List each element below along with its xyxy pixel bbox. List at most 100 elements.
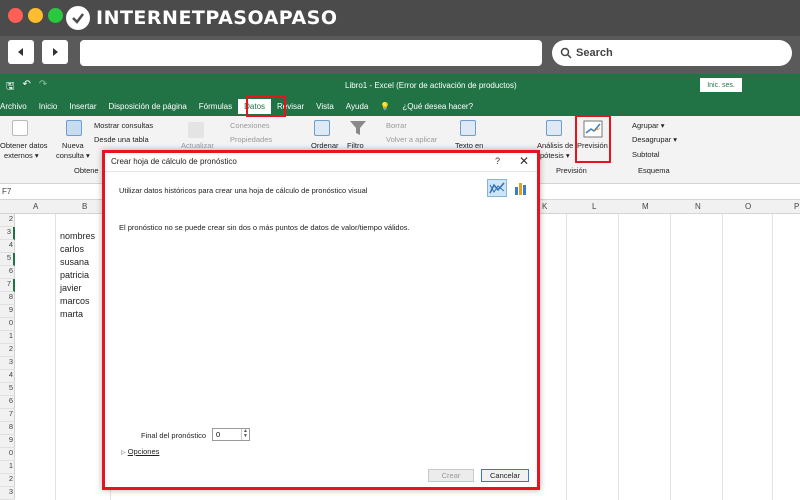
what-if-icon [546, 120, 562, 136]
column-header[interactable]: B [82, 202, 87, 211]
tab-archivo[interactable]: Archivo [0, 102, 33, 111]
agrupar-button[interactable]: Agrupar ▾ [632, 121, 665, 130]
column-chart-option[interactable] [511, 179, 531, 197]
maximize-window-button[interactable] [48, 8, 63, 23]
cell-value[interactable]: marta [60, 309, 83, 319]
row-number[interactable]: 3 [0, 357, 15, 370]
row-number[interactable]: 7 [0, 279, 15, 292]
dialog-title: Crear hoja de cálculo de pronóstico [111, 157, 237, 166]
row-number[interactable]: 2 [0, 214, 15, 227]
cell-value[interactable]: patricia [60, 270, 89, 280]
filtro-button[interactable]: Filtro [347, 141, 364, 150]
column-header[interactable]: P [794, 202, 799, 211]
row-number[interactable]: 3 [0, 487, 15, 500]
propiedades-button[interactable]: Propiedades [230, 135, 272, 144]
tab-vista[interactable]: Vista [310, 102, 340, 111]
filter-icon [350, 121, 366, 135]
row-number[interactable]: 0 [0, 318, 15, 331]
column-header[interactable]: M [642, 202, 649, 211]
undo-icon[interactable]: ↶ [23, 79, 31, 96]
expand-triangle-icon: ▷ [121, 450, 126, 456]
cell-value[interactable]: susana [60, 257, 89, 267]
tab-ayuda[interactable]: Ayuda [340, 102, 375, 111]
tell-me-search[interactable]: ¿Qué desea hacer? [396, 102, 479, 111]
close-button[interactable]: ✕ [519, 154, 529, 168]
tab-inicio[interactable]: Inicio [33, 102, 64, 111]
line-chart-option[interactable] [487, 179, 507, 197]
column-header[interactable]: L [592, 202, 596, 211]
tab-formulas[interactable]: Fórmulas [193, 102, 238, 111]
column-header[interactable]: O [745, 202, 751, 211]
row-number[interactable]: 1 [0, 461, 15, 474]
signin-button[interactable]: Inic. ses. [700, 78, 742, 92]
column-header[interactable]: A [33, 202, 38, 211]
mostrar-consultas-button[interactable]: Mostrar consultas [94, 121, 153, 130]
desde-tabla-button[interactable]: Desde una tabla [94, 135, 149, 144]
analisis-hipotesis-button[interactable]: Análisis de [537, 141, 573, 150]
row-number[interactable]: 4 [0, 370, 15, 383]
row-number[interactable]: 7 [0, 409, 15, 422]
row-number[interactable]: 8 [0, 292, 15, 305]
actualizar-button[interactable]: Actualizar [181, 141, 214, 150]
row-number[interactable]: 1 [0, 331, 15, 344]
save-icon[interactable]: 🖫 [6, 79, 15, 96]
column-header[interactable]: K [542, 202, 547, 211]
quick-access-toolbar: 🖫 ↶ ↷ [6, 79, 47, 96]
volver-aplicar-button[interactable]: Volver a aplicar [386, 135, 437, 144]
tab-disposicion[interactable]: Disposición de página [103, 102, 193, 111]
group-obtener: Obtene [74, 166, 99, 175]
nueva-consulta-button[interactable]: Nueva [62, 141, 84, 150]
row-number[interactable]: 2 [0, 344, 15, 357]
back-button[interactable] [8, 40, 34, 64]
row-number[interactable]: 5 [0, 253, 15, 266]
subtotal-button[interactable]: Subtotal [632, 150, 660, 159]
dialog-instruction: Utilizar datos históricos para crear una… [119, 186, 368, 195]
cell-value[interactable]: carlos [60, 244, 84, 254]
address-bar[interactable] [80, 40, 542, 66]
row-number[interactable]: 4 [0, 240, 15, 253]
name-box[interactable]: F7 [2, 187, 11, 196]
desagrupar-button[interactable]: Desagrupar ▾ [632, 135, 677, 144]
borrar-button[interactable]: Borrar [386, 121, 407, 130]
help-button[interactable]: ? [495, 156, 500, 166]
options-label: Opciones [127, 447, 160, 456]
column-header[interactable]: N [695, 202, 701, 211]
browser-titlebar: INTERNETPASOAPASO [0, 0, 800, 36]
conexiones-button[interactable]: Conexiones [230, 121, 270, 130]
cell-header-nombres[interactable]: nombres [60, 231, 95, 241]
grid-line [55, 214, 56, 500]
get-data-icon [12, 120, 28, 136]
forward-button[interactable] [42, 40, 68, 64]
grid-line [670, 214, 671, 500]
spinner-arrows-icon[interactable]: ▲ ▼ [241, 429, 249, 440]
texto-en-columnas-button[interactable]: Texto en [455, 141, 483, 150]
row-number[interactable]: 8 [0, 422, 15, 435]
prevision-highlight [575, 115, 611, 163]
hipotesis-label: pótesis ▾ [540, 151, 570, 160]
row-number[interactable]: 9 [0, 435, 15, 448]
text-to-columns-icon [460, 120, 476, 136]
row-number[interactable]: 9 [0, 305, 15, 318]
row-number[interactable]: 5 [0, 383, 15, 396]
row-number[interactable]: 3 [0, 227, 15, 240]
row-number[interactable]: 6 [0, 396, 15, 409]
forecast-end-input[interactable]: 0 ▲ ▼ [212, 428, 250, 441]
redo-icon[interactable]: ↷ [39, 79, 47, 96]
search-field[interactable]: Search [552, 40, 792, 66]
minimize-window-button[interactable] [28, 8, 43, 23]
options-expander[interactable]: ▷ Opciones [121, 447, 159, 456]
close-window-button[interactable] [8, 8, 23, 23]
create-button[interactable]: Crear [428, 469, 474, 482]
row-number[interactable]: 2 [0, 474, 15, 487]
obtener-datos-button[interactable]: Obtener datos [0, 141, 48, 150]
browser-toolbar: Search [0, 36, 800, 72]
cell-value[interactable]: javier [60, 283, 82, 293]
excel-titlebar: 🖫 ↶ ↷ Libro1 - Excel (Error de activació… [0, 74, 800, 96]
tab-insertar[interactable]: Insertar [63, 102, 102, 111]
row-number[interactable]: 0 [0, 448, 15, 461]
ordenar-button[interactable]: Ordenar [311, 141, 339, 150]
cancel-button[interactable]: Cancelar [481, 469, 529, 482]
row-number[interactable]: 6 [0, 266, 15, 279]
consulta-label: consulta ▾ [56, 151, 90, 160]
cell-value[interactable]: marcos [60, 296, 90, 306]
